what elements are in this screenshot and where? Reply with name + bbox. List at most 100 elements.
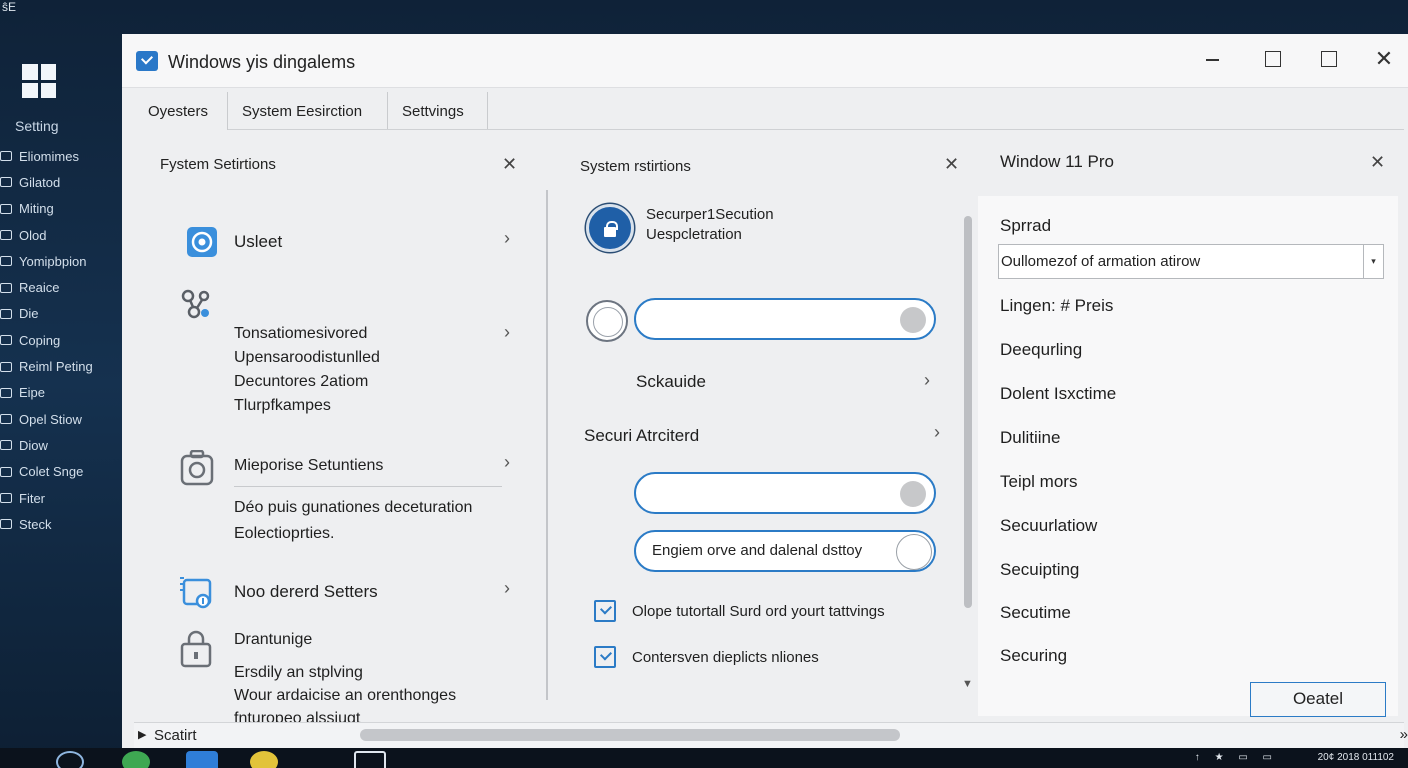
sidebar-item[interactable]: Fiter (0, 485, 93, 511)
system-tray[interactable]: ↑ ★ ▭ ▭ (1195, 752, 1278, 763)
sidebar-item[interactable]: Diow (0, 432, 93, 458)
toggle-switch[interactable] (634, 298, 936, 340)
row-title[interactable]: Usleet (234, 230, 282, 254)
sidebar-item[interactable]: Eipe (0, 380, 93, 406)
minimize-button[interactable] (1200, 46, 1226, 72)
settings-circle-icon (187, 227, 217, 257)
ok-button[interactable]: Oeatel (1250, 682, 1386, 717)
folder-icon[interactable] (250, 751, 278, 768)
checkbox-icon[interactable] (594, 600, 616, 622)
field-label: Sprrad (1000, 216, 1052, 235)
row-title[interactable]: Drantunige (234, 628, 312, 652)
sidebar-item[interactable]: Eliomimes (0, 143, 93, 169)
network-nodes-icon (181, 289, 210, 319)
radio-button[interactable] (586, 300, 628, 342)
window-icon[interactable] (354, 751, 386, 768)
play-icon[interactable]: ▶ (138, 728, 146, 741)
sidebar-item[interactable]: Die (0, 301, 93, 327)
settings-window: Windows yis dingalems ✕ Oyesters System … (122, 34, 1408, 748)
chevron-right-icon[interactable]: › (924, 370, 930, 391)
item-icon (0, 493, 12, 503)
tab-system-eesirction[interactable]: System Eesirction (228, 92, 388, 130)
sidebar-item[interactable]: Opel Stiow (0, 406, 93, 432)
sidebar-item-label: Eliomimes (19, 148, 79, 164)
sidebar-item-label: Colet Snge (19, 464, 84, 480)
browser-icon[interactable] (122, 751, 150, 768)
sidebar-item[interactable]: Reiml Peting (0, 353, 93, 379)
chevron-right-icon[interactable]: › (934, 422, 940, 443)
close-window-button[interactable]: ✕ (1371, 46, 1397, 72)
row-divider (234, 486, 502, 487)
scrollbar-thumb[interactable] (964, 216, 972, 608)
sidebar-item[interactable]: Colet Snge (0, 459, 93, 485)
row-description: Upensaroodistunlled (234, 349, 380, 366)
list-item[interactable]: Secuurlatiow (1000, 516, 1097, 536)
row-title[interactable]: Mieporise Setuntiens (234, 454, 383, 478)
option-toggle[interactable]: Engiem orve and dalenal dsttoy (634, 530, 936, 572)
chevron-right-icon[interactable]: › (504, 452, 510, 473)
close-icon[interactable]: ✕ (502, 154, 517, 175)
maximize-button[interactable] (1260, 46, 1286, 72)
app-icon-taskbar[interactable] (186, 751, 218, 768)
toggle-switch[interactable] (634, 472, 936, 514)
restore-button[interactable] (1316, 46, 1342, 72)
option-select[interactable]: Oullomezof of armation atirow ▾ (998, 244, 1384, 279)
row-description: Wour ardaicise an orenthonges (234, 687, 457, 704)
sidebar-item[interactable]: Miting (0, 196, 93, 222)
chevron-right-icon[interactable]: › (504, 322, 510, 343)
item-icon (0, 387, 12, 398)
vertical-scrollbar[interactable]: ▼ (962, 216, 974, 696)
row-title[interactable]: Noo dererd Setters (234, 580, 378, 604)
chevron-down-icon[interactable]: ▾ (1363, 245, 1383, 278)
toggle-knob (900, 307, 926, 333)
expand-icon[interactable]: » (1400, 726, 1408, 743)
lock-icon (180, 630, 212, 668)
clock[interactable]: 20¢ 2018 011102 (1318, 752, 1394, 763)
item-icon (0, 466, 12, 477)
chevron-right-icon[interactable]: › (504, 578, 510, 599)
checkbox-icon[interactable] (594, 646, 616, 668)
scheduler-label[interactable]: Sckauide (636, 372, 706, 392)
row-description: Déo puis gunationes deceturation (234, 499, 473, 516)
sidebar-item[interactable]: Steck (0, 511, 93, 537)
list-item[interactable]: Lingen: # Preis (1000, 296, 1113, 316)
scroll-down-icon[interactable]: ▼ (962, 678, 973, 690)
sidebar-item[interactable]: Reaice (0, 274, 93, 300)
sidebar-item-label: Gilatod (19, 174, 61, 190)
sidebar-item[interactable]: Coping (0, 327, 93, 353)
close-icon[interactable]: ✕ (1370, 152, 1385, 173)
security-lock-icon (586, 204, 634, 252)
title-bar[interactable]: Windows yis dingalems ✕ (122, 34, 1408, 88)
list-item[interactable]: Secuipting (1000, 560, 1079, 580)
row-title[interactable]: Tonsatiomesivored (234, 322, 367, 346)
list-item[interactable]: Securing (1000, 646, 1067, 666)
item-icon (0, 519, 12, 530)
list-item[interactable]: Dulitiine (1000, 428, 1060, 448)
status-bar: ▶ Scatirt » (134, 722, 1408, 748)
sidebar-item[interactable]: Yomipbpion (0, 248, 93, 274)
app-icon (136, 51, 158, 71)
close-icon[interactable]: ✕ (944, 154, 959, 175)
windows-logo-icon[interactable] (22, 64, 56, 98)
chevron-right-icon[interactable]: › (504, 228, 510, 249)
sidebar-item[interactable]: Gilatod (0, 169, 93, 195)
sidebar-item-label: Diow (19, 437, 48, 453)
item-icon (0, 308, 12, 319)
list-item[interactable]: Dolent Isxctime (1000, 384, 1116, 404)
row-description: Ersdily an stplving (234, 664, 363, 681)
security-subtitle: Uespcletration (646, 226, 742, 243)
sidebar-item[interactable]: Olod (0, 222, 93, 248)
list-item[interactable]: Deequrling (1000, 340, 1082, 360)
device-settings-icon (180, 577, 212, 609)
settings-link[interactable]: Olope tutortall Surd ord yourt tattvings (632, 603, 885, 620)
sidebar-item-label: Steck (19, 516, 52, 532)
search-icon[interactable] (56, 751, 84, 768)
list-item[interactable]: Teipl mors (1000, 472, 1077, 492)
tab-settvings[interactable]: Settvings (388, 92, 488, 130)
settings-link[interactable]: Contersven dieplicts nliones (632, 649, 819, 666)
list-item[interactable]: Secutime (1000, 603, 1071, 623)
system-restrictions-pane: System rstirtions ✕ Securper1Secution Ue… (562, 130, 982, 726)
tab-oyesters[interactable]: Oyesters (134, 92, 228, 130)
window-title: Windows yis dingalems (168, 52, 356, 72)
horizontal-scrollbar[interactable] (360, 729, 900, 741)
